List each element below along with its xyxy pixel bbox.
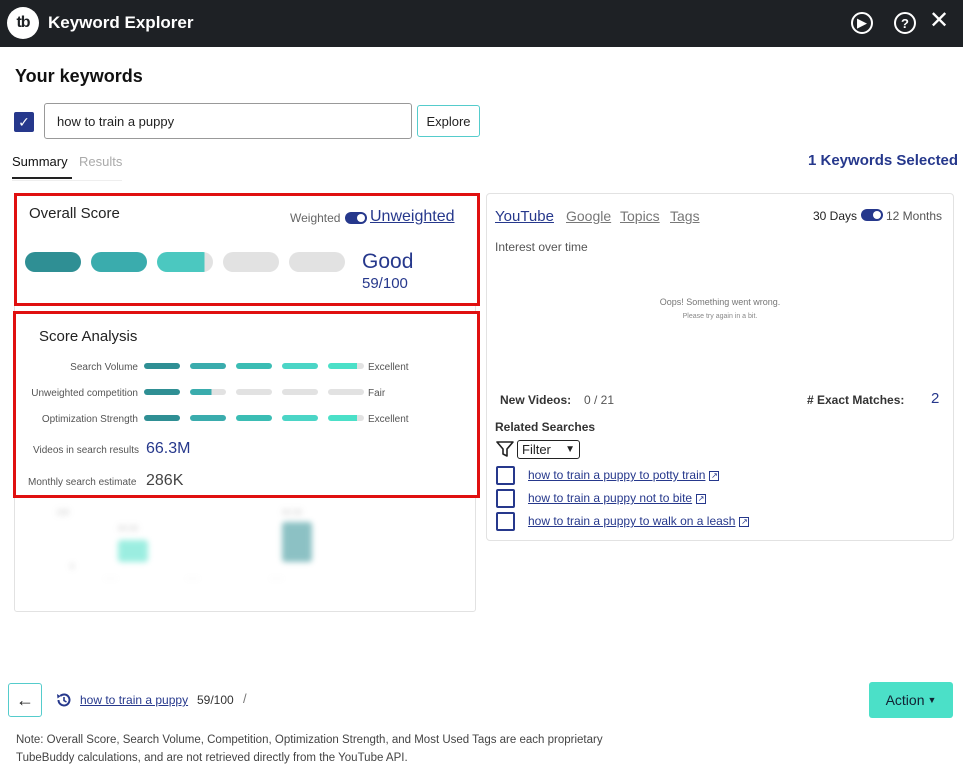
analysis-label: Optimization Strength — [41, 414, 138, 425]
analysis-label: Search Volume — [70, 362, 138, 373]
analysis-segment — [144, 363, 180, 369]
new-videos-value: 0 / 21 — [584, 393, 615, 407]
score-pill — [157, 252, 213, 272]
analysis-segment — [144, 415, 180, 421]
score-pill — [25, 252, 81, 272]
analysis-level: Excellent — [368, 362, 409, 373]
analysis-segment — [236, 363, 272, 369]
chevron-down-icon: ▼ — [565, 444, 575, 455]
external-link-icon[interactable]: ↗ — [739, 517, 750, 527]
back-button[interactable]: ← — [8, 683, 42, 717]
app-title: Keyword Explorer — [48, 13, 194, 32]
score-rating: Good — [362, 250, 414, 273]
analysis-segment — [328, 363, 364, 369]
analysis-segment — [328, 389, 364, 395]
analysis-segment — [190, 363, 226, 369]
related-search-link[interactable]: how to train a puppy to walk on a leash ↗ — [528, 514, 750, 528]
tab-youtube[interactable]: YouTube — [495, 208, 554, 225]
unweighted-label[interactable]: Unweighted — [370, 208, 455, 226]
keyword-checkbox[interactable]: ✓ — [14, 112, 34, 132]
tab-underline — [12, 180, 122, 181]
tab-results[interactable]: Results — [79, 154, 122, 169]
score-analysis-title: Score Analysis — [39, 328, 138, 345]
external-link-icon[interactable]: ↗ — [709, 471, 720, 481]
action-button[interactable]: Action ▼ — [869, 682, 953, 718]
error-subtext: Please try again in a bit. — [682, 313, 758, 320]
blurred-chart: 100 0 00.00 00.00 ····· ····· ····· — [14, 500, 476, 612]
tab-google[interactable]: Google — [566, 208, 611, 224]
tab-tags[interactable]: Tags — [670, 208, 700, 224]
analysis-segment — [190, 389, 226, 395]
title-bar: tb Keyword Explorer ▶ ? ✕ — [0, 0, 963, 47]
error-message: Oops! Something went wrong. — [659, 297, 781, 307]
exact-matches-label: # Exact Matches: — [807, 393, 905, 407]
range-30-days[interactable]: 30 Days — [813, 209, 857, 223]
score-pill — [91, 252, 147, 272]
interest-title: Interest over time — [495, 240, 588, 254]
score-pill — [289, 252, 345, 272]
score-analysis-card: Score Analysis Search Volume Unweighted … — [13, 311, 480, 498]
related-search-checkbox[interactable] — [496, 489, 515, 508]
overall-score-card: Overall Score Weighted Unweighted Good 5… — [14, 193, 480, 306]
trends-panel: YouTube Google Topics Tags 30 Days 12 Mo… — [486, 193, 954, 541]
analysis-segment — [144, 389, 180, 395]
range-12-months[interactable]: 12 Months — [886, 209, 942, 223]
play-circle-icon[interactable]: ▶ — [851, 12, 873, 34]
help-circle-icon[interactable]: ? — [894, 12, 916, 34]
related-search-link[interactable]: how to train a puppy to potty train ↗ — [528, 468, 720, 482]
tab-summary[interactable]: Summary — [12, 154, 72, 179]
exact-matches-value: 2 — [931, 390, 940, 407]
close-icon[interactable]: ✕ — [929, 9, 949, 33]
weighted-toggle[interactable] — [345, 212, 367, 224]
new-videos-label: New Videos: — [500, 393, 572, 407]
history-keyword-link[interactable]: how to train a puppy — [80, 693, 188, 707]
analysis-level: Excellent — [368, 414, 409, 425]
analysis-segment — [282, 415, 318, 421]
tubebuddy-logo: tb — [7, 7, 39, 39]
filter-icon[interactable] — [496, 440, 514, 458]
tab-topics[interactable]: Topics — [620, 208, 660, 224]
arrow-left-icon: ← — [16, 689, 34, 710]
history-score: 59/100 — [197, 693, 234, 707]
weighted-label: Weighted — [290, 211, 341, 225]
related-search-checkbox[interactable] — [496, 466, 515, 485]
videos-value: 66.3M — [146, 440, 191, 457]
analysis-segment — [328, 415, 364, 421]
score-pill — [223, 252, 279, 272]
overall-score-title: Overall Score — [29, 205, 120, 222]
footer-note: Note: Overall Score, Search Volume, Comp… — [16, 734, 603, 764]
analysis-segment — [236, 389, 272, 395]
filter-dropdown[interactable]: Filter ▼ — [517, 440, 580, 459]
keywords-selected-count: 1 Keywords Selected — [808, 152, 959, 169]
analysis-label: Unweighted competition — [31, 388, 138, 399]
chevron-down-icon: ▼ — [927, 695, 937, 705]
analysis-level: Fair — [368, 388, 386, 399]
analysis-segment — [282, 363, 318, 369]
videos-label: Videos in search results — [33, 445, 139, 456]
related-searches-title: Related Searches — [495, 420, 596, 434]
range-toggle[interactable] — [861, 209, 883, 221]
explore-button[interactable]: Explore — [417, 105, 480, 137]
related-search-link[interactable]: how to train a puppy not to bite ↗ — [528, 491, 707, 505]
score-value: 59/100 — [362, 275, 408, 292]
keyword-input[interactable] — [44, 103, 412, 139]
analysis-segment — [282, 389, 318, 395]
breadcrumb-separator: / — [243, 691, 247, 706]
filter-dropdown-value: Filter — [522, 442, 551, 457]
external-link-icon[interactable]: ↗ — [696, 494, 707, 504]
history-icon — [57, 693, 71, 707]
analysis-segment — [190, 415, 226, 421]
monthly-value: 286K — [146, 472, 184, 489]
monthly-label: Monthly search estimate — [28, 477, 137, 488]
analysis-segment — [236, 415, 272, 421]
related-search-checkbox[interactable] — [496, 512, 515, 531]
your-keywords-heading: Your keywords — [15, 66, 143, 86]
